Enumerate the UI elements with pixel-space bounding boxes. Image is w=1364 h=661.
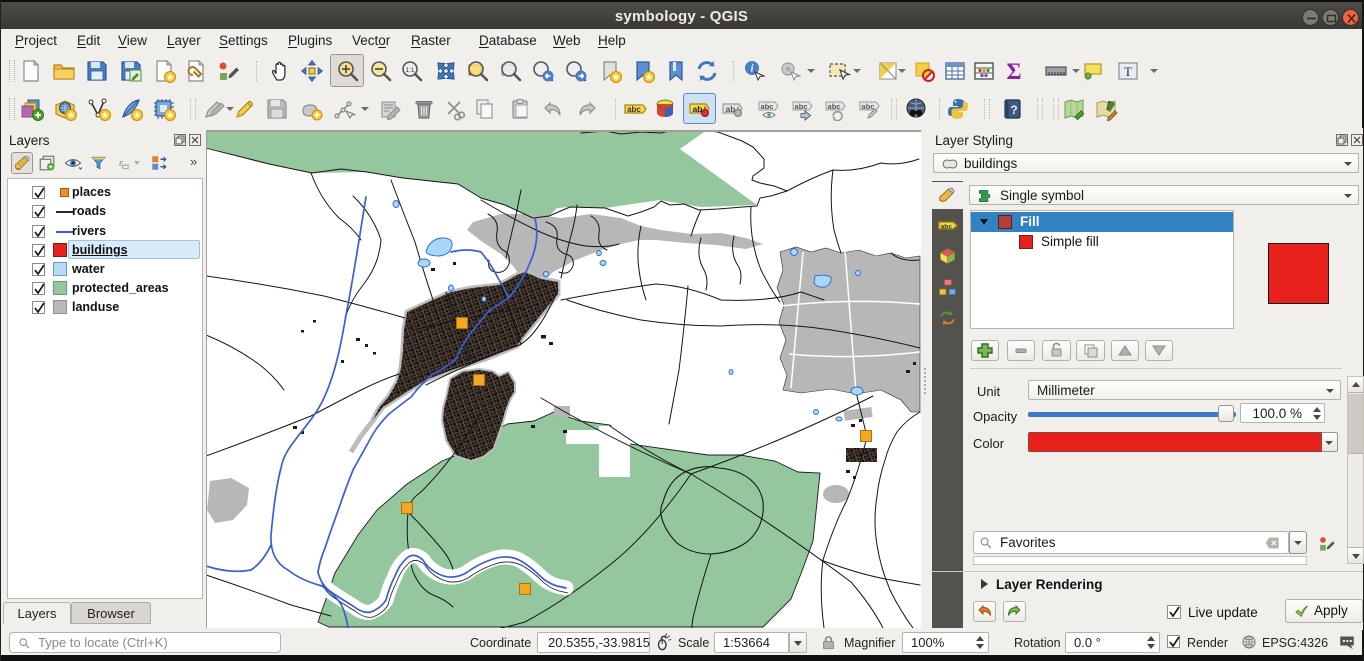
svg-text:?: ?	[1010, 103, 1017, 117]
svg-text:abc: abc	[761, 102, 774, 111]
svg-text:abc: abc	[627, 105, 641, 114]
svg-text:i: i	[751, 64, 754, 75]
svg-text:1:1: 1:1	[405, 67, 414, 74]
svg-text:Σ: Σ	[1006, 59, 1021, 83]
svg-text:abc: abc	[828, 102, 841, 111]
svg-text:ab: ab	[693, 104, 703, 114]
svg-text:abc: abc	[795, 102, 808, 111]
svg-text:abc: abc	[941, 223, 953, 230]
svg-text:ab: ab	[726, 104, 736, 114]
svg-text:ε: ε	[119, 158, 124, 169]
svg-text:abc: abc	[862, 102, 875, 111]
svg-text:T: T	[1124, 64, 1132, 79]
